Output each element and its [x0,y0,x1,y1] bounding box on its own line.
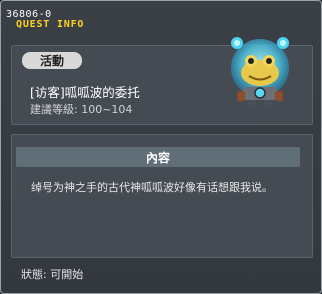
quest-title: [访客]呱呱波的委托 [30,85,140,100]
content-section-header: 內容 [16,147,300,167]
quest-category-badge: 活動 [22,52,82,69]
recommended-level: 建議等級: 100~104 [30,103,133,116]
frog-npc-icon [231,37,289,107]
quest-info-window: 36806-0 QUEST INFO 活動 [访客]呱呱波的委托 建議等級: 1… [0,0,322,294]
window-title: QUEST INFO [16,19,85,30]
quest-description: 绰号为神之手的古代神呱呱波好像有话想跟我说。 [31,181,273,194]
quest-status: 狀態: 可開始 [21,268,84,281]
